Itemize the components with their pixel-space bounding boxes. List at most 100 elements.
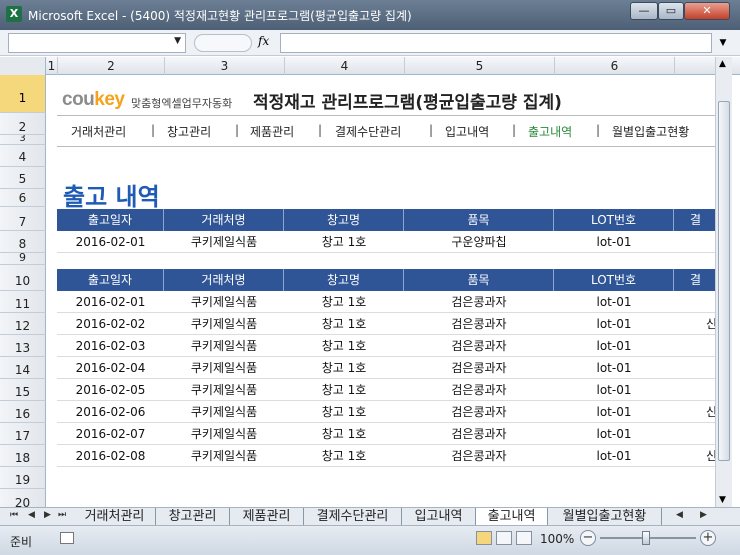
cell-date[interactable]: 2016-02-03 <box>57 335 164 357</box>
row-header[interactable]: 4 <box>0 145 46 167</box>
cell-item[interactable]: 검은콩과자 <box>404 291 554 313</box>
sheet-tab-warehouses[interactable]: 창고관리 <box>156 508 230 525</box>
cell-date[interactable]: 2016-02-01 <box>57 291 164 313</box>
cell-payment[interactable]: 신 <box>674 445 715 467</box>
cell-lot[interactable]: lot-01 <box>554 379 674 401</box>
cell-date[interactable]: 2016-02-08 <box>57 445 164 467</box>
name-box[interactable]: ▼ <box>8 33 186 53</box>
cell-date[interactable]: 2016-02-07 <box>57 423 164 445</box>
sheet-tab-monthly-status[interactable]: 월별입출고현황 <box>548 508 662 525</box>
table-row[interactable]: 2016-02-03 쿠키제일식품 창고 1호 검은콩과자 lot-01 <box>57 335 715 357</box>
cell-lot[interactable]: lot-01 <box>554 335 674 357</box>
cell-lot[interactable]: lot-01 <box>554 445 674 467</box>
select-all-corner[interactable] <box>0 57 46 75</box>
row-header[interactable]: 3 <box>0 135 46 145</box>
macro-record-icon[interactable] <box>60 532 74 544</box>
scroll-up-icon[interactable]: ▲ <box>719 59 726 69</box>
cell-warehouse[interactable]: 창고 1호 <box>284 291 404 313</box>
cell-payment[interactable] <box>674 423 715 445</box>
scrollbar-thumb[interactable] <box>718 101 730 461</box>
close-button[interactable]: ✕ <box>684 2 730 20</box>
row-header[interactable]: 13 <box>0 335 46 357</box>
column-header[interactable]: 4 <box>285 57 405 75</box>
row-header[interactable]: 15 <box>0 379 46 401</box>
input-lot[interactable]: lot-01 <box>554 231 674 253</box>
table-row[interactable]: 2016-02-02 쿠키제일식품 창고 1호 검은콩과자 lot-01 신 <box>57 313 715 335</box>
input-client[interactable]: 쿠키제일식품 <box>164 231 284 253</box>
chevron-down-icon[interactable]: ▼ <box>714 33 732 53</box>
column-header[interactable]: 1 <box>46 57 58 75</box>
sheet-tab-clients[interactable]: 거래처관리 <box>74 508 156 525</box>
cell-client[interactable]: 쿠키제일식품 <box>164 423 284 445</box>
formula-input[interactable] <box>280 33 712 53</box>
table-row[interactable]: 2016-02-08 쿠키제일식품 창고 1호 검은콩과자 lot-01 신 <box>57 445 715 467</box>
cell-client[interactable]: 쿠키제일식품 <box>164 445 284 467</box>
cell-payment[interactable]: 신 <box>674 401 715 423</box>
row-header[interactable]: 6 <box>0 189 46 207</box>
cell-client[interactable]: 쿠키제일식품 <box>164 313 284 335</box>
column-header[interactable]: 3 <box>165 57 285 75</box>
vertical-scrollbar[interactable]: ▲ ▼ <box>715 57 732 507</box>
insert-function-icon[interactable]: fx <box>258 34 269 48</box>
nav-item-outbound[interactable]: 출고내역 <box>528 123 572 140</box>
scroll-down-icon[interactable]: ▼ <box>719 495 726 505</box>
cell-item[interactable]: 검은콩과자 <box>404 401 554 423</box>
row-header[interactable]: 12 <box>0 313 46 335</box>
table-row[interactable]: 2016-02-07 쿠키제일식품 창고 1호 검은콩과자 lot-01 <box>57 423 715 445</box>
cell-item[interactable]: 검은콩과자 <box>404 335 554 357</box>
sheet-tab-payment-methods[interactable]: 결제수단관리 <box>304 508 402 525</box>
row-header[interactable]: 14 <box>0 357 46 379</box>
cell-lot[interactable]: lot-01 <box>554 423 674 445</box>
zoom-slider-thumb[interactable] <box>642 531 650 545</box>
cell-warehouse[interactable]: 창고 1호 <box>284 445 404 467</box>
cell-item[interactable]: 검은콩과자 <box>404 357 554 379</box>
row-header[interactable]: 2 <box>0 113 46 135</box>
cell-client[interactable]: 쿠키제일식품 <box>164 335 284 357</box>
cell-date[interactable]: 2016-02-02 <box>57 313 164 335</box>
hscroll-left-icon[interactable]: ◀ <box>676 510 683 520</box>
row-header[interactable]: 7 <box>0 207 46 231</box>
table-row[interactable]: 2016-02-05 쿠키제일식품 창고 1호 검은콩과자 lot-01 <box>57 379 715 401</box>
nav-item-clients[interactable]: 거래처관리 <box>71 123 126 140</box>
sheet-tab-products[interactable]: 제품관리 <box>230 508 304 525</box>
table-row[interactable]: 2016-02-01 쿠키제일식품 창고 1호 검은콩과자 lot-01 <box>57 291 715 313</box>
cell-payment[interactable] <box>674 379 715 401</box>
cell-client[interactable]: 쿠키제일식품 <box>164 401 284 423</box>
column-header[interactable]: 5 <box>405 57 555 75</box>
next-sheet-icon[interactable]: ▶ <box>44 510 51 520</box>
row-header[interactable]: 20 <box>0 489 46 507</box>
nav-item-warehouses[interactable]: 창고관리 <box>167 123 211 140</box>
row-header[interactable]: 19 <box>0 467 46 489</box>
cell-date[interactable]: 2016-02-05 <box>57 379 164 401</box>
cell-warehouse[interactable]: 창고 1호 <box>284 335 404 357</box>
cell-item[interactable]: 검은콩과자 <box>404 423 554 445</box>
cell-warehouse[interactable]: 창고 1호 <box>284 401 404 423</box>
sheet-tab-inbound[interactable]: 입고내역 <box>402 508 476 525</box>
cell-lot[interactable]: lot-01 <box>554 313 674 335</box>
row-header[interactable]: 16 <box>0 401 46 423</box>
formula-cancel-enter[interactable] <box>194 34 252 52</box>
input-payment[interactable] <box>674 231 715 253</box>
row-header[interactable]: 9 <box>0 253 46 265</box>
input-date[interactable]: 2016-02-01 <box>57 231 164 253</box>
cell-payment[interactable]: 신 <box>674 313 715 335</box>
input-item[interactable]: 구운양파칩 <box>404 231 554 253</box>
cell-payment[interactable] <box>674 291 715 313</box>
cell-date[interactable]: 2016-02-06 <box>57 401 164 423</box>
cell-payment[interactable] <box>674 357 715 379</box>
last-sheet-icon[interactable]: ⏭ <box>58 510 66 520</box>
cell-client[interactable]: 쿠키제일식품 <box>164 357 284 379</box>
minimize-button[interactable]: — <box>630 2 658 20</box>
zoom-in-button[interactable]: + <box>700 530 716 546</box>
cell-warehouse[interactable]: 창고 1호 <box>284 379 404 401</box>
worksheet-grid[interactable]: 1 2 3 4 5 6 1 2 3 4 5 6 7 8 9 10 11 12 1… <box>0 57 740 507</box>
column-header[interactable]: 2 <box>58 57 165 75</box>
row-header[interactable]: 17 <box>0 423 46 445</box>
chevron-down-icon[interactable]: ▼ <box>174 36 181 46</box>
row-header[interactable]: 18 <box>0 445 46 467</box>
prev-sheet-icon[interactable]: ◀ <box>28 510 35 520</box>
cell-date[interactable]: 2016-02-04 <box>57 357 164 379</box>
nav-item-monthly-status[interactable]: 월별입출고현황 <box>612 123 689 140</box>
row-header[interactable]: 11 <box>0 291 46 313</box>
restore-button[interactable]: ▭ <box>658 2 684 20</box>
